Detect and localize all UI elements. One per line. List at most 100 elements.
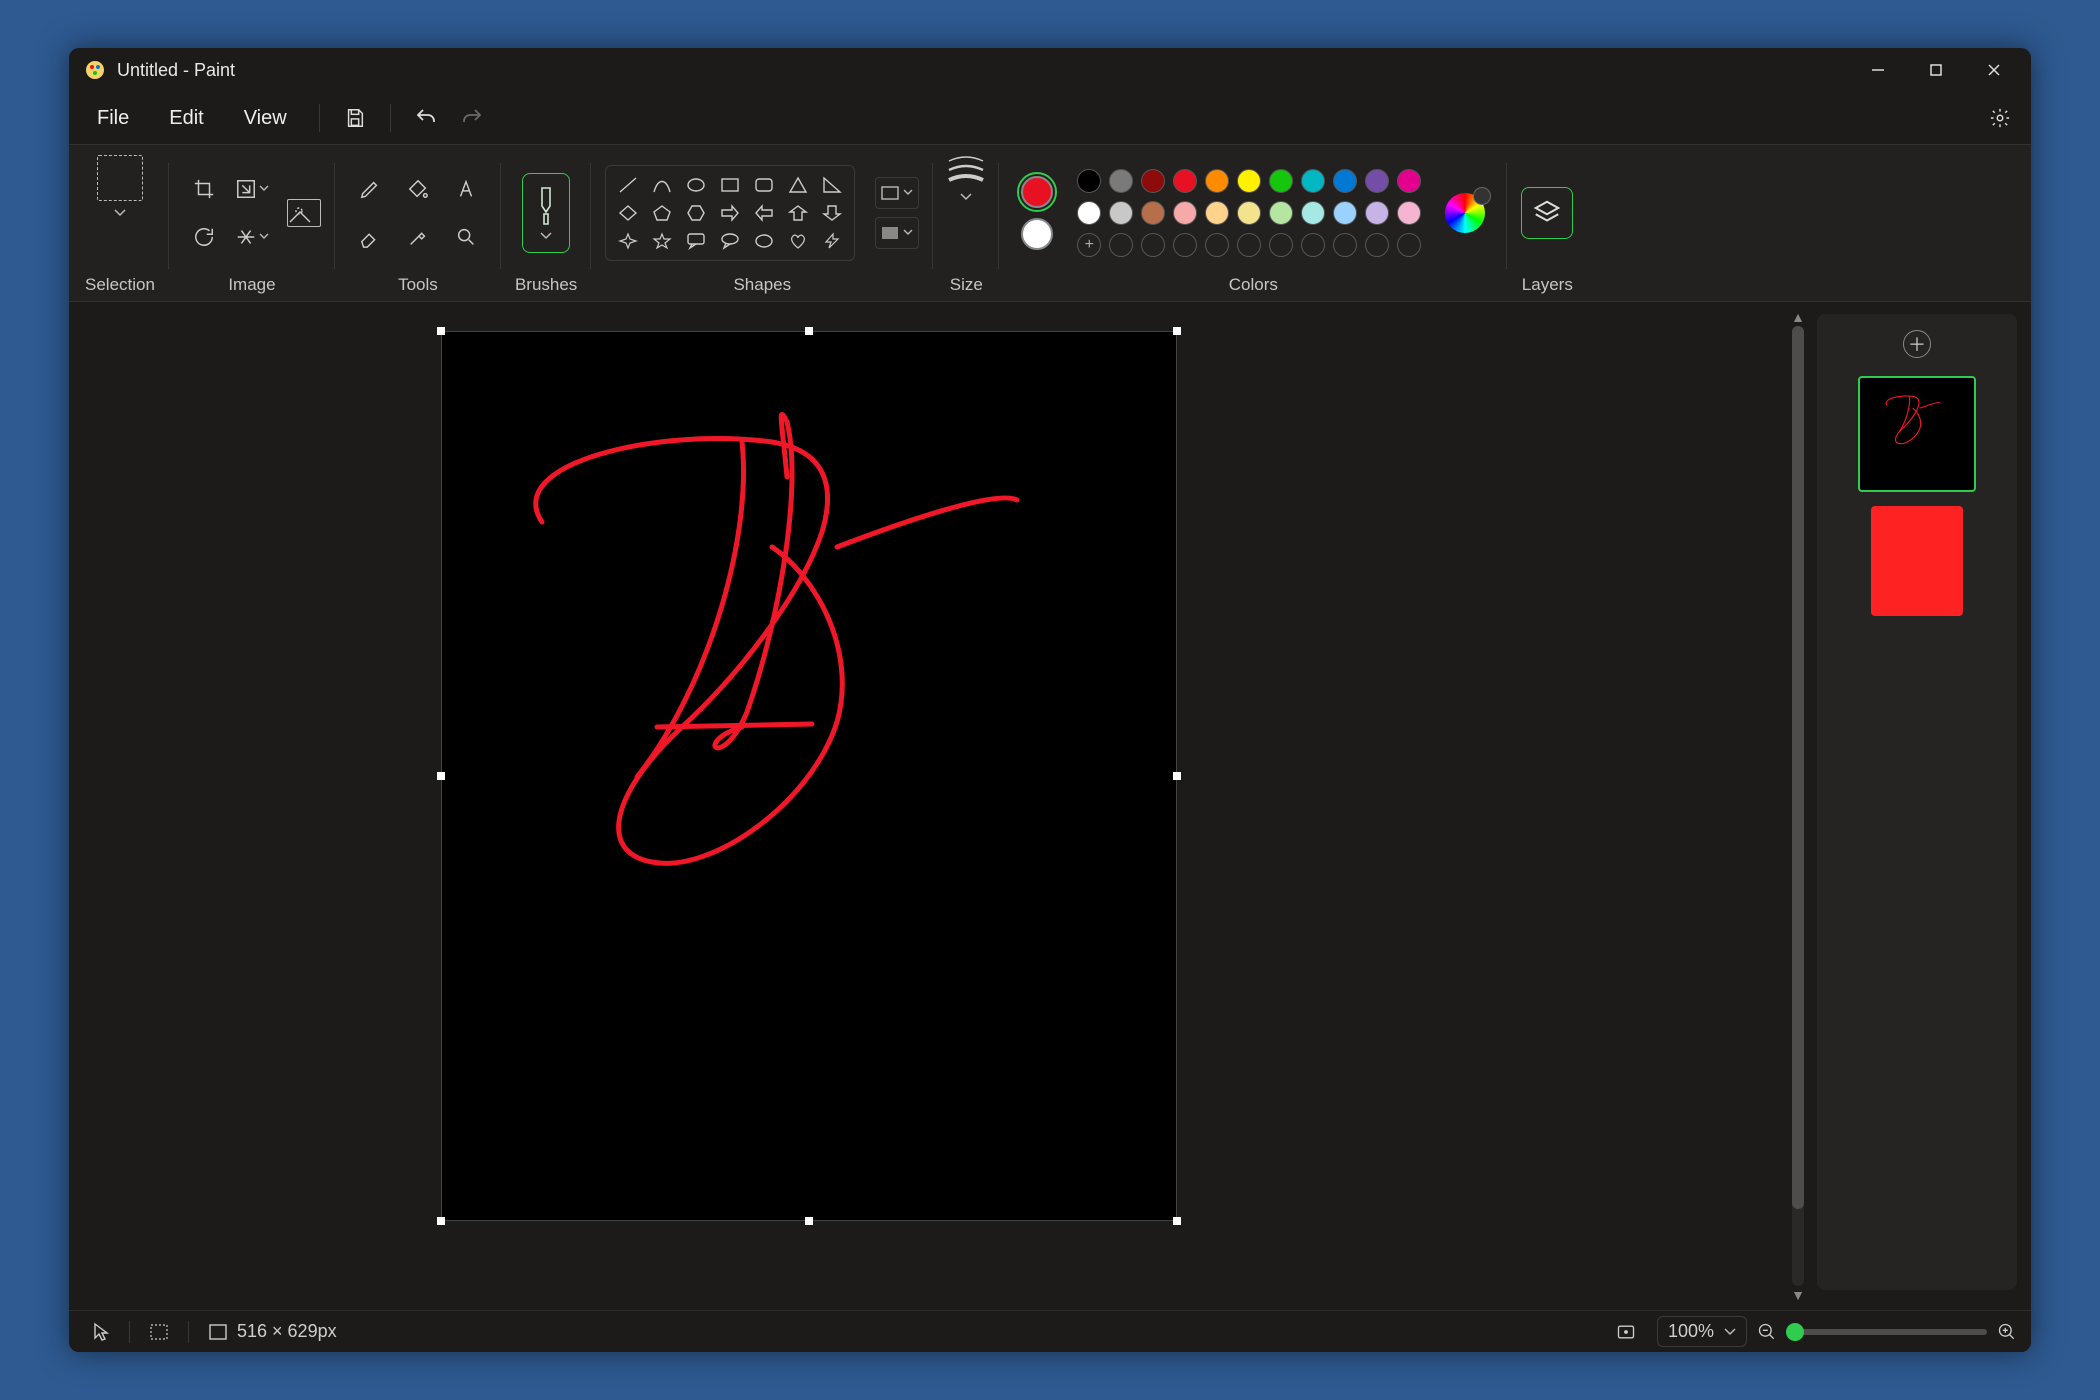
color-swatch[interactable] bbox=[1397, 201, 1421, 225]
shape-curve-icon[interactable] bbox=[650, 174, 674, 196]
eyedropper-tool[interactable] bbox=[397, 216, 439, 258]
brushes-button[interactable] bbox=[522, 173, 570, 253]
empty-color-swatch[interactable] bbox=[1173, 233, 1197, 257]
color-swatch[interactable] bbox=[1237, 169, 1261, 193]
minimize-button[interactable] bbox=[1849, 50, 1907, 90]
color-swatch[interactable] bbox=[1269, 169, 1293, 193]
resize-handle[interactable] bbox=[1173, 327, 1181, 335]
resize-handle[interactable] bbox=[805, 327, 813, 335]
zoom-slider[interactable] bbox=[1787, 1329, 1987, 1335]
empty-color-swatch[interactable] bbox=[1109, 233, 1133, 257]
save-button[interactable] bbox=[334, 97, 376, 139]
scrollbar-thumb[interactable] bbox=[1792, 326, 1804, 1209]
size-button[interactable] bbox=[947, 155, 985, 185]
add-layer-button[interactable]: ＋ bbox=[1903, 330, 1931, 358]
color-swatch[interactable] bbox=[1397, 169, 1421, 193]
shape-callout-round-icon[interactable] bbox=[718, 230, 742, 252]
shape-star4-icon[interactable] bbox=[616, 230, 640, 252]
color-swatch[interactable] bbox=[1205, 169, 1229, 193]
select-tool[interactable] bbox=[97, 155, 143, 201]
shape-outline-button[interactable] bbox=[875, 177, 919, 209]
empty-color-swatch[interactable] bbox=[1205, 233, 1229, 257]
empty-color-swatch[interactable] bbox=[1365, 233, 1389, 257]
color-swatch[interactable] bbox=[1109, 169, 1133, 193]
settings-button[interactable] bbox=[1979, 97, 2021, 139]
color-swatch[interactable] bbox=[1333, 201, 1357, 225]
empty-color-swatch[interactable] bbox=[1269, 233, 1293, 257]
pencil-tool[interactable] bbox=[349, 168, 391, 210]
zoom-out-button[interactable] bbox=[1757, 1322, 1777, 1342]
color-swatch[interactable] bbox=[1269, 201, 1293, 225]
canvas[interactable] bbox=[441, 331, 1177, 1221]
menu-view[interactable]: View bbox=[226, 101, 305, 136]
shape-roundrect-icon[interactable] bbox=[752, 174, 776, 196]
empty-color-swatch[interactable] bbox=[1301, 233, 1325, 257]
chevron-down-icon[interactable] bbox=[960, 193, 972, 201]
zoom-in-button[interactable] bbox=[1997, 1322, 2017, 1342]
resize-handle[interactable] bbox=[437, 327, 445, 335]
color-swatch[interactable] bbox=[1077, 169, 1101, 193]
color-swatch[interactable] bbox=[1141, 169, 1165, 193]
empty-color-swatch[interactable] bbox=[1397, 233, 1421, 257]
text-tool[interactable] bbox=[445, 168, 487, 210]
shape-hexagon-icon[interactable] bbox=[684, 202, 708, 224]
color-swatch[interactable] bbox=[1365, 169, 1389, 193]
shape-oval-icon[interactable] bbox=[684, 174, 708, 196]
scroll-down-icon[interactable]: ▼ bbox=[1791, 1286, 1805, 1304]
shape-callout-rect-icon[interactable] bbox=[684, 230, 708, 252]
menu-edit[interactable]: Edit bbox=[151, 101, 221, 136]
close-button[interactable] bbox=[1965, 50, 2023, 90]
shape-heart-icon[interactable] bbox=[786, 230, 810, 252]
empty-color-swatch[interactable] bbox=[1333, 233, 1357, 257]
resize-handle[interactable] bbox=[805, 1217, 813, 1225]
color1-swatch[interactable] bbox=[1021, 176, 1053, 208]
shape-triangle-icon[interactable] bbox=[820, 174, 844, 196]
color-swatch[interactable] bbox=[1237, 201, 1261, 225]
shape-arrow-right-icon[interactable] bbox=[718, 202, 742, 224]
vertical-scrollbar[interactable]: ▲ ▼ bbox=[1789, 302, 1807, 1310]
shape-line-icon[interactable] bbox=[616, 174, 640, 196]
crop-button[interactable] bbox=[183, 168, 225, 210]
color-swatch[interactable] bbox=[1333, 169, 1357, 193]
add-color-swatch[interactable] bbox=[1077, 233, 1101, 257]
shape-cloud-icon[interactable] bbox=[752, 230, 776, 252]
empty-color-swatch[interactable] bbox=[1141, 233, 1165, 257]
maximize-button[interactable] bbox=[1907, 50, 1965, 90]
shape-diamond-icon[interactable] bbox=[616, 202, 640, 224]
redo-button[interactable] bbox=[451, 97, 493, 139]
chevron-down-icon[interactable] bbox=[114, 209, 126, 217]
shape-polygon-icon[interactable] bbox=[786, 174, 810, 196]
zoom-dropdown[interactable]: 100% bbox=[1657, 1316, 1747, 1347]
layer-thumbnail-2[interactable] bbox=[1871, 506, 1963, 616]
color-swatch[interactable] bbox=[1365, 201, 1389, 225]
color-swatch[interactable] bbox=[1301, 169, 1325, 193]
magnifier-tool[interactable] bbox=[445, 216, 487, 258]
shape-pentagon-icon[interactable] bbox=[650, 202, 674, 224]
canvas-area[interactable] bbox=[69, 302, 1789, 1310]
edit-colors-button[interactable] bbox=[1445, 193, 1485, 233]
color-swatch[interactable] bbox=[1205, 201, 1229, 225]
color-swatch[interactable] bbox=[1141, 201, 1165, 225]
menu-file[interactable]: File bbox=[79, 101, 147, 136]
zoom-slider-knob[interactable] bbox=[1786, 1323, 1804, 1341]
fill-tool[interactable] bbox=[397, 168, 439, 210]
layers-toggle-button[interactable] bbox=[1521, 187, 1573, 239]
resize-handle[interactable] bbox=[1173, 772, 1181, 780]
flip-button[interactable] bbox=[231, 216, 273, 258]
shape-star5-icon[interactable] bbox=[650, 230, 674, 252]
shape-arrow-left-icon[interactable] bbox=[752, 202, 776, 224]
color-swatch[interactable] bbox=[1077, 201, 1101, 225]
color2-swatch[interactable] bbox=[1021, 218, 1053, 250]
empty-color-swatch[interactable] bbox=[1237, 233, 1261, 257]
layer-thumbnail-1[interactable] bbox=[1858, 376, 1976, 492]
resize-button[interactable] bbox=[231, 168, 273, 210]
color-swatch[interactable] bbox=[1173, 169, 1197, 193]
fit-screen-button[interactable] bbox=[1615, 1322, 1637, 1342]
color-swatch[interactable] bbox=[1173, 201, 1197, 225]
shape-arrow-up-icon[interactable] bbox=[786, 202, 810, 224]
eraser-tool[interactable] bbox=[349, 216, 391, 258]
rotate-button[interactable] bbox=[183, 216, 225, 258]
shape-fill-button[interactable] bbox=[875, 217, 919, 249]
color-swatch[interactable] bbox=[1301, 201, 1325, 225]
resize-handle[interactable] bbox=[437, 772, 445, 780]
